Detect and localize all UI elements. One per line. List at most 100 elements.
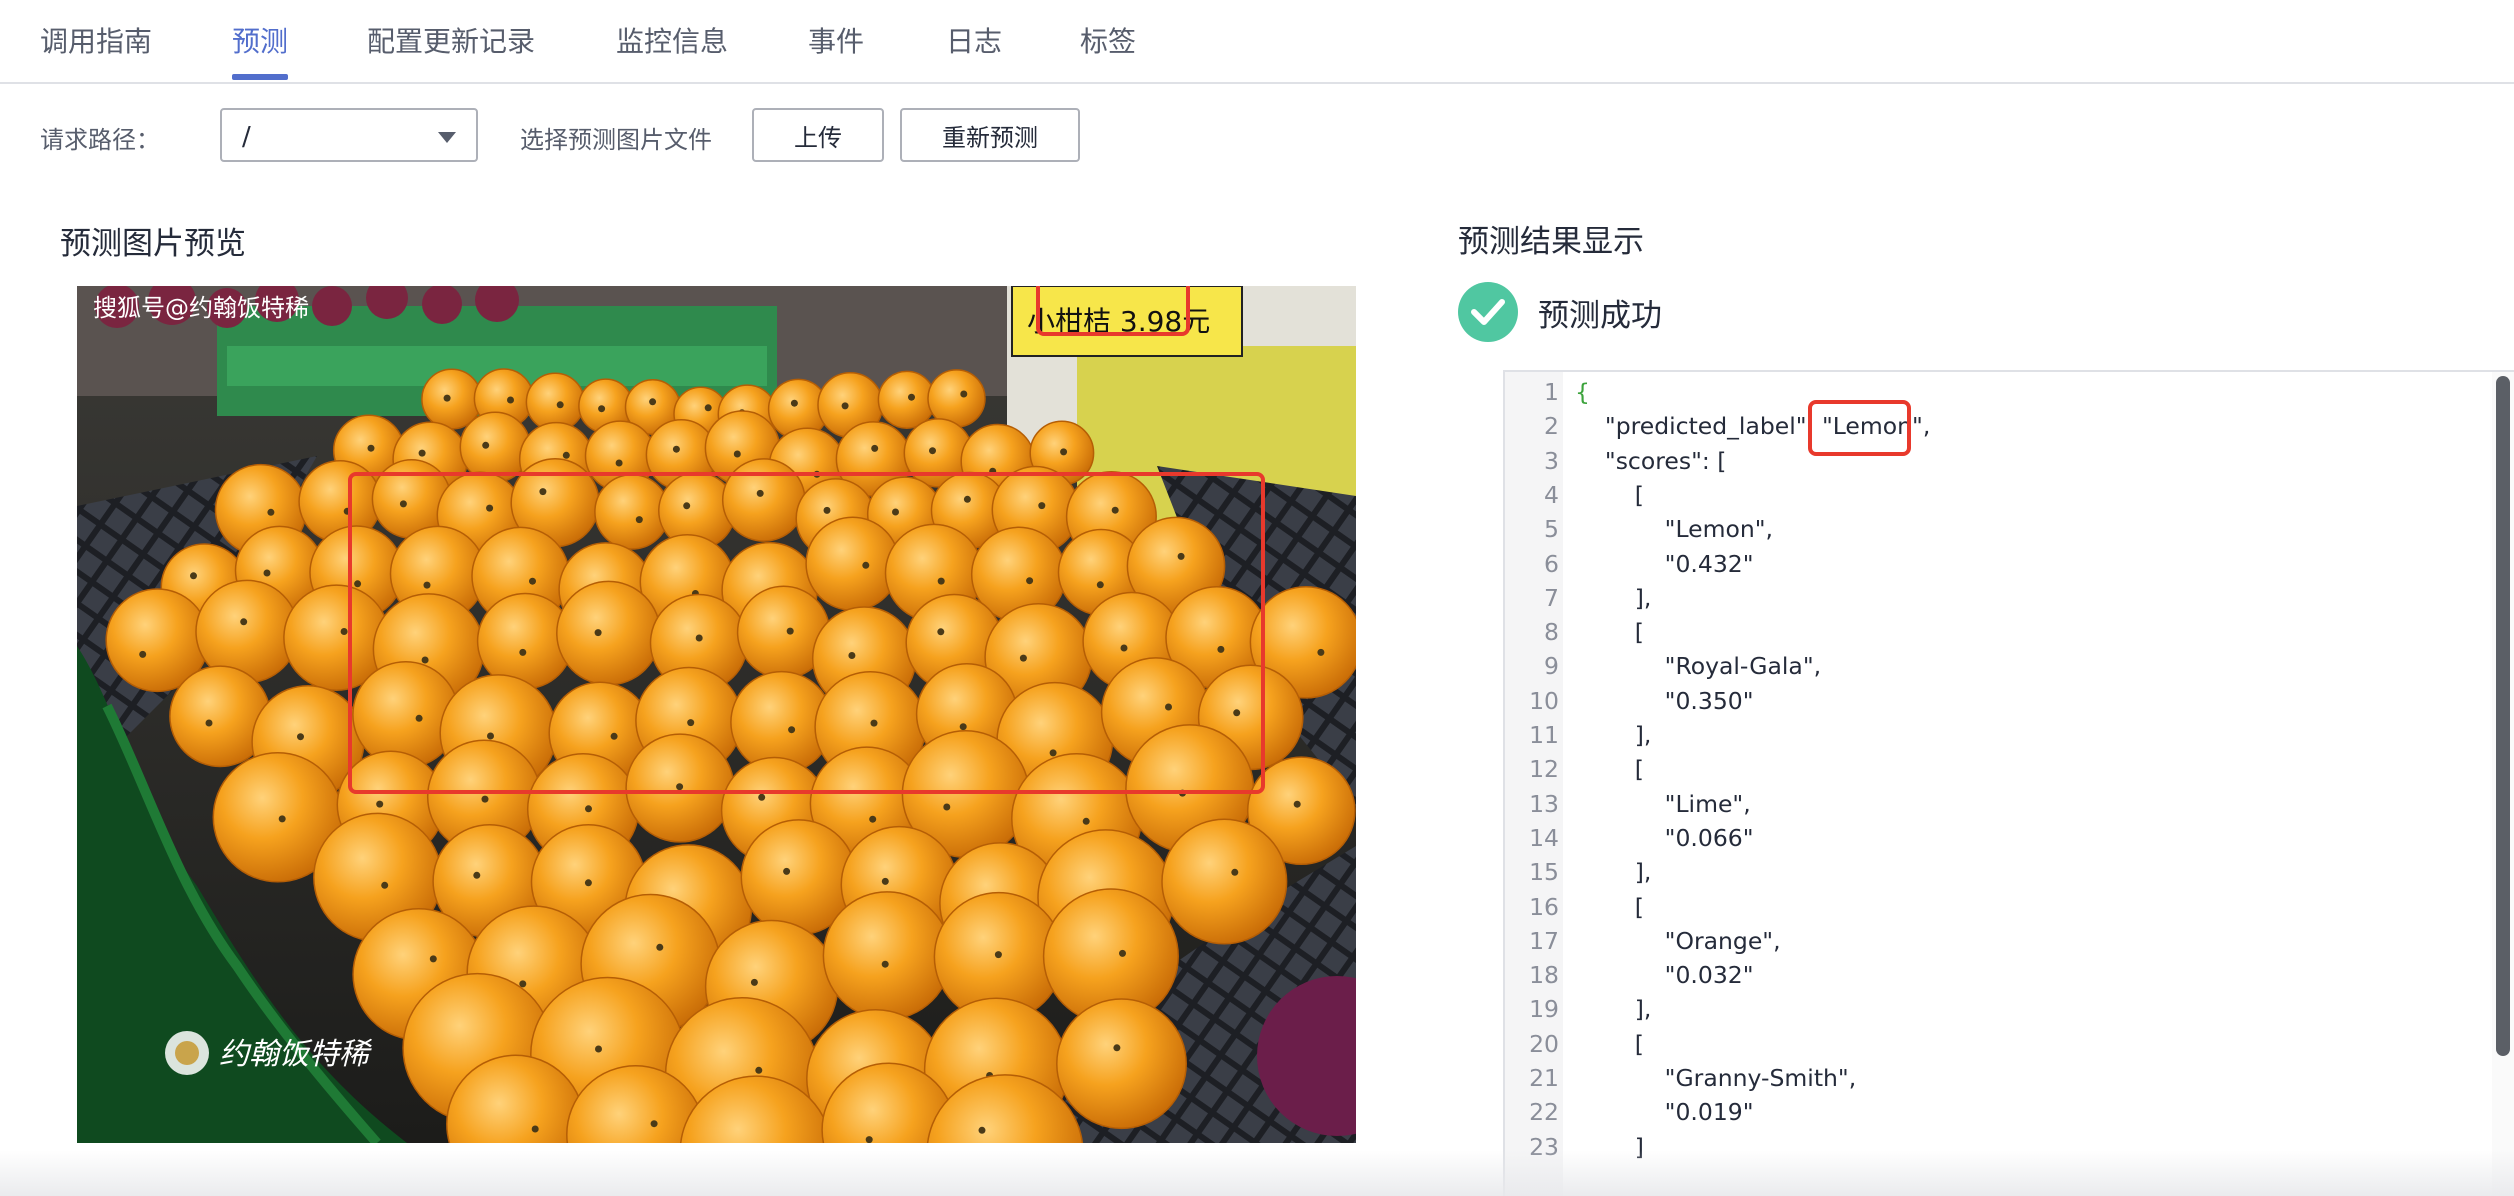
line-number: 14: [1529, 823, 1559, 852]
orange-stem: [205, 719, 213, 727]
highlight-box-oranges: [348, 472, 1265, 794]
orange: [822, 891, 952, 1021]
chevron-down-icon: [438, 132, 456, 143]
orange-stem: [381, 881, 389, 889]
code-text: "Granny-Smith",: [1575, 1064, 1857, 1092]
line-number: 6: [1544, 549, 1559, 578]
orange-stem: [841, 402, 849, 410]
orange-stem: [376, 800, 384, 808]
line-number: 20: [1529, 1029, 1559, 1058]
tab-tags[interactable]: 标签: [1080, 20, 1136, 60]
orange-stem: [704, 404, 712, 412]
tab-predict[interactable]: 预测: [232, 20, 288, 60]
orange-stem: [929, 447, 936, 455]
line-number: 18: [1529, 961, 1559, 990]
tab-bar: 调用指南 预测 配置更新记录 监控信息 事件 日志 标签: [0, 0, 2514, 84]
orange-stem: [278, 815, 286, 823]
preview-title: 预测图片预览: [60, 226, 246, 262]
code-text: "0.066": [1575, 823, 1754, 852]
orange-stem: [531, 1125, 539, 1133]
orange-stem: [1082, 817, 1090, 825]
watermark-logo: 约翰饭特稀: [165, 1031, 373, 1075]
tab-events[interactable]: 事件: [808, 20, 864, 60]
line-number: 15: [1529, 858, 1559, 887]
orange-stem: [656, 943, 664, 951]
line-number: 16: [1529, 892, 1559, 921]
select-file-label: 选择预测图片文件: [520, 126, 712, 154]
orange-stem: [943, 803, 951, 811]
orange-stem: [584, 879, 592, 887]
line-number: 7: [1544, 583, 1559, 612]
scrollbar-thumb[interactable]: [2496, 376, 2510, 1056]
orange-stem: [615, 459, 623, 467]
bottom-fade: [0, 1150, 2514, 1196]
code-text: "0.032": [1575, 961, 1754, 990]
line-number: 9: [1544, 652, 1559, 681]
orange-stem: [881, 877, 889, 885]
orange-stem: [297, 733, 304, 741]
code-text: "0.432": [1575, 549, 1754, 578]
line-number: 21: [1529, 1064, 1559, 1092]
code-text: [: [1575, 755, 1644, 784]
line-number: 10: [1529, 686, 1559, 715]
orange-stem: [1113, 1044, 1121, 1052]
tab-monitoring[interactable]: 监控信息: [616, 20, 728, 60]
tab-config-history[interactable]: 配置更新记录: [367, 20, 535, 60]
orange-stem: [190, 572, 197, 580]
orange-stem: [871, 444, 879, 452]
vertical-scrollbar[interactable]: [2492, 372, 2514, 1196]
line-number: 3: [1544, 446, 1559, 475]
orange-stem: [881, 960, 889, 968]
orange-stem: [473, 871, 481, 879]
orange-stem: [865, 1136, 873, 1143]
orange-stem: [418, 449, 426, 457]
request-path-label: 请求路径：: [40, 126, 160, 154]
orange-stem: [758, 793, 766, 801]
upload-button[interactable]: 上传: [752, 108, 884, 162]
orange-stem: [908, 393, 915, 401]
success-check-icon: [1458, 282, 1518, 342]
orange-stem: [869, 815, 877, 823]
orange-stem: [1231, 868, 1239, 876]
orange-stem: [650, 1120, 658, 1128]
line-number: 17: [1529, 926, 1559, 955]
code-text: "Orange",: [1575, 926, 1781, 955]
line-number: 2: [1544, 412, 1559, 441]
orange-stem: [755, 1066, 763, 1074]
orange-stem: [1119, 949, 1126, 957]
code-text: ],: [1575, 858, 1652, 887]
orange: [877, 370, 936, 429]
result-json-viewer[interactable]: 1{2 "predicted_label": "Lemon", 3 "scores…: [1503, 370, 2514, 1196]
orange-stem: [429, 955, 437, 963]
orange-stem: [598, 405, 606, 413]
line-number: 19: [1529, 995, 1559, 1024]
code-text: "0.350": [1575, 686, 1754, 715]
watermark-top: 搜狐号@约翰饭特稀: [93, 294, 309, 322]
active-tab-indicator: [232, 74, 288, 80]
request-path-select[interactable]: /: [220, 108, 478, 162]
code-text: "Lemon",: [1575, 515, 1774, 544]
orange-stem: [783, 867, 791, 875]
orange-stem: [240, 618, 248, 626]
orange-stem: [1060, 448, 1068, 456]
orange-stem: [649, 398, 657, 406]
orange-stem: [263, 569, 271, 577]
line-number: 8: [1544, 618, 1559, 647]
line-number: 22: [1529, 1098, 1559, 1127]
code-text: "scores": [: [1575, 446, 1727, 475]
repredict-button[interactable]: 重新预测: [900, 108, 1080, 162]
orange-stem: [1293, 800, 1301, 808]
code-text: "Lime",: [1575, 789, 1751, 818]
tab-logs[interactable]: 日志: [946, 20, 1002, 60]
tab-call-guide[interactable]: 调用指南: [40, 20, 152, 60]
orange-stem: [960, 390, 968, 398]
orange-stem: [443, 394, 451, 402]
orange-stem: [267, 508, 275, 516]
orange: [1056, 998, 1187, 1130]
orange-stem: [482, 441, 490, 449]
code-text: ],: [1575, 995, 1652, 1024]
orange-stem: [507, 396, 514, 404]
line-number: 4: [1544, 480, 1559, 509]
code-text: [: [1575, 618, 1644, 647]
orange-stem: [562, 451, 570, 459]
